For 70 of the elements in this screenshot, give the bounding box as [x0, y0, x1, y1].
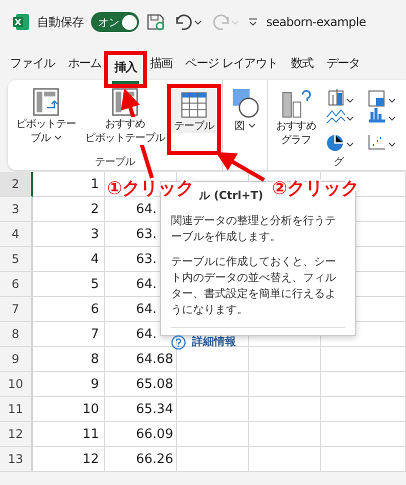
save-icon[interactable]	[146, 13, 166, 31]
excel-logo-icon	[12, 13, 30, 31]
table-cell	[177, 347, 249, 372]
shapes-icon	[231, 87, 259, 119]
table-cell	[177, 447, 249, 472]
file-name: seaborn-example	[266, 15, 366, 29]
row-header[interactable]: 12	[0, 422, 33, 447]
row-header[interactable]: 13	[0, 447, 33, 472]
group-label: グ	[334, 156, 344, 168]
customize-icon[interactable]	[247, 16, 260, 28]
table-icon	[180, 91, 208, 119]
row-header[interactable]: 5	[0, 247, 33, 272]
table-cell: 4	[33, 247, 105, 272]
table-cell: 66.26	[105, 447, 177, 472]
table-cell: 6	[33, 297, 105, 322]
undo-icon[interactable]	[173, 13, 204, 31]
ribbon-tab[interactable]: ファイル	[8, 55, 57, 80]
ribbon-tab[interactable]: ページ レイアウト	[183, 55, 280, 80]
row-header[interactable]: 10	[0, 372, 33, 397]
table-cell	[177, 372, 249, 397]
tooltip-title: ル (Ctrl+T)	[199, 188, 264, 204]
ribbon-tab[interactable]: ホーム	[66, 55, 104, 80]
pivot-table-icon	[32, 87, 60, 117]
dropdown-icon	[54, 135, 62, 141]
table-cell: 11	[33, 422, 105, 447]
ribbon-button[interactable]: テーブル	[171, 88, 217, 133]
row-header[interactable]: 3	[0, 197, 33, 222]
table-cell	[249, 422, 321, 447]
more-info-link[interactable]: 詳細情報	[171, 327, 345, 350]
table-cell: 1	[33, 172, 105, 197]
table-cell: 8	[33, 347, 105, 372]
table-cell: 65.34	[105, 397, 177, 422]
row-header[interactable]: 4	[0, 222, 33, 247]
recommended-chart-icon	[280, 87, 312, 119]
ribbon-button[interactable]: おすすめ ピボットテーブル	[82, 84, 168, 155]
row-header[interactable]: 2	[0, 172, 33, 197]
annotation-label: ②クリック	[272, 177, 360, 200]
row-header[interactable]: 7	[0, 297, 33, 322]
table-cell: 2	[33, 197, 105, 222]
autosave-toggle[interactable]: オン	[90, 12, 140, 32]
table-cell	[177, 397, 249, 422]
help-icon	[171, 334, 186, 350]
ribbon-button[interactable]: ピボットテー ブル	[13, 84, 79, 155]
table-cell	[249, 347, 321, 372]
ribbon-tab[interactable]: 数式	[288, 55, 316, 80]
row-header[interactable]: 8	[0, 322, 33, 347]
ribbon-tab[interactable]: データ	[324, 55, 362, 80]
table-cell: 5	[33, 272, 105, 297]
table-cell	[249, 397, 321, 422]
table-cell: 7	[33, 322, 105, 347]
table-cell: 65.08	[105, 372, 177, 397]
table-cell: 9	[33, 372, 105, 397]
ribbon-tab[interactable]: 描画	[148, 55, 174, 80]
table-cell: 64.68	[105, 347, 177, 372]
dropdown-icon	[248, 123, 256, 129]
table-cell: 10	[33, 397, 105, 422]
annotation-label: ①クリック	[107, 177, 194, 200]
ribbon-button[interactable]: おすすめ グラフ	[273, 84, 319, 155]
table-cell	[177, 422, 249, 447]
table-cell: 66.09	[105, 422, 177, 447]
ribbon-button[interactable]: 図	[228, 84, 262, 155]
table-cell	[249, 447, 321, 472]
row-header[interactable]: 6	[0, 272, 33, 297]
table-cell: 12	[33, 447, 105, 472]
row-header[interactable]: 11	[0, 397, 33, 422]
row-header[interactable]: 9	[0, 347, 33, 372]
table-cell	[249, 372, 321, 397]
group-label: テーブル	[95, 156, 135, 168]
table-cell: 3	[33, 222, 105, 247]
autosave-label: 自動保存	[37, 14, 84, 30]
